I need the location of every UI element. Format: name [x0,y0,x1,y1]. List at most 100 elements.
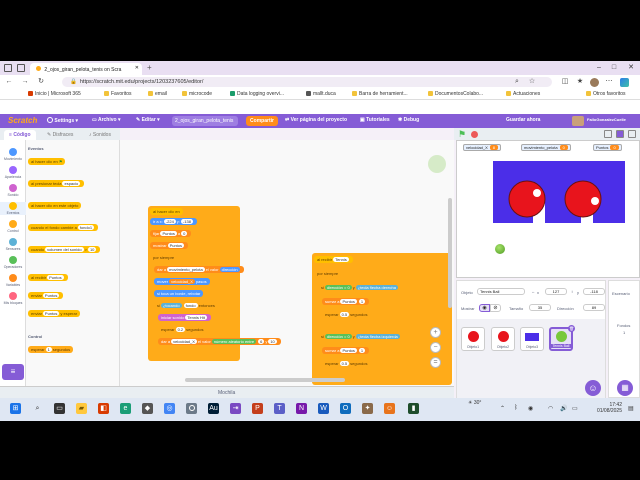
add-backdrop-icon[interactable]: ▦ [617,380,633,396]
battery-icon[interactable]: ▭ [572,405,578,412]
search-icon[interactable]: ⌕ [32,403,43,414]
bookmark-microcode[interactable]: microcode [182,91,212,97]
extension-button[interactable]: ≡ [2,364,24,380]
new-tab-button[interactable]: + [147,63,152,72]
teams-icon[interactable]: T [274,403,285,414]
see-project-page-button[interactable]: ⇄ Ver página del proyecto [285,117,347,123]
block-when-loudness[interactable]: cuando volumen del sonido >10 [28,246,101,253]
bookmark-email[interactable]: email [148,91,167,97]
category-motion[interactable]: Movimiento [0,148,26,161]
category-sound[interactable]: Sonido [0,184,26,197]
script2-forever[interactable]: por siempre [314,270,342,277]
favorite-star-icon[interactable]: ☆ [527,77,537,87]
script2-wait-2[interactable]: esperar 0.5 segundos [322,360,371,367]
window-close-button[interactable]: ✕ [624,63,638,73]
copilot-icon[interactable] [620,78,629,87]
share-button[interactable]: Compartir [246,116,278,126]
code-workspace[interactable]: al hacer clic en ir a x: -224 y: -138 fijar… [120,140,454,386]
start-icon[interactable]: ⊞ [10,403,21,414]
tab-costumes[interactable]: ✎ Disfraces [42,130,78,140]
settings-menu[interactable]: Settings ▾ [47,117,78,124]
show-visible-icon[interactable]: ◉ [479,304,490,312]
block-when-sprite-clicked[interactable]: al hacer clic en este objeto [28,202,82,209]
script1-set-movement[interactable]: dar a movimiento_pelota el valor dirección [154,266,244,273]
project-title-input[interactable]: 2_ojos_giran_pelota_tenis [172,116,238,126]
url-bar[interactable]: 🔒 https://scratch.mit.edu/projects/120323… [62,77,552,87]
tennis-ball-sprite[interactable] [495,244,505,254]
debug-button[interactable]: ✱ Debug [398,117,419,123]
refresh-icon[interactable]: ↻ [36,77,46,87]
tab-scratch-project[interactable]: 2_ojos_giran_pelota_tenis on Scra ✕ [30,63,142,75]
backpack-bar[interactable]: Mochila [0,386,454,398]
file-menu[interactable]: ▭ Archivo ▾ [92,117,120,123]
block-when-backdrop-switches[interactable]: cuando el fondo cambie a fondo1 [28,224,99,231]
audition-icon[interactable]: Au [208,403,219,414]
sprite-thumb-1[interactable]: Objeto1 [461,327,485,351]
tutorials-button[interactable]: ▣ Tutoriales [360,117,390,123]
split-screen-icon[interactable]: ◫ [560,77,570,87]
category-events[interactable]: Eventos [0,202,26,215]
stop-icon[interactable] [471,131,478,138]
direction-input[interactable]: 89 [583,304,605,311]
bookmark-otros[interactable]: Otros favoritos [586,91,626,97]
block-when-i-receive[interactable]: al recibir Puntos [28,274,68,281]
stage-canvas[interactable]: velocidad_X 8 movimiento_pelota 0 Puntos 0 [456,140,640,278]
script1-play-sound[interactable]: iniciar sonido Tennis Hit [158,314,211,321]
workspaces-icon[interactable] [4,64,12,72]
zoom-out-icon[interactable]: − [430,342,441,353]
block-wait[interactable]: esperar 1 segundos [28,346,74,353]
add-sprite-cat-icon[interactable]: ☺ [585,380,601,396]
edge-icon[interactable]: e [120,403,131,414]
powerpoint-icon[interactable]: P [252,403,263,414]
category-looks[interactable]: Apariencia [0,166,26,179]
tab-actions-icon[interactable] [17,64,25,72]
back-icon[interactable]: ← [4,77,14,87]
script1-hat[interactable]: al hacer clic en [150,208,183,215]
notifications-icon[interactable]: ▤ [628,405,634,412]
maximize-button[interactable]: □ [607,63,621,73]
app-icon[interactable]: ◆ [142,403,153,414]
script1-move[interactable]: mover velocidad_X pasos [154,278,210,285]
bluetooth-icon[interactable]: ᛒ [514,405,518,411]
forward-icon[interactable]: → [20,77,30,87]
tab-code[interactable]: ≡ Código [4,130,36,140]
profile-avatar[interactable] [590,78,599,87]
volume-icon[interactable]: 🔊 [560,405,567,412]
large-stage-icon[interactable] [616,130,624,138]
script1-forever[interactable]: por siempre [150,254,178,261]
scratch-app-icon[interactable]: ☺ [384,403,395,414]
delete-sprite-icon[interactable]: 🗑 [568,325,575,332]
category-control[interactable]: Control [0,220,26,233]
block-when-key-pressed[interactable]: al presionar tecla espacio [28,180,85,187]
bookmark-barra[interactable]: Barra de herramient... [352,91,408,97]
sprite-thumb-2[interactable]: Objeto2 [491,327,515,351]
script2-add-points-1[interactable]: sumar a Puntos 1 [322,298,370,305]
browser-menu-icon[interactable]: ⋯ [604,77,614,87]
clock[interactable]: 17:42 01/08/2025 [596,402,622,414]
app3-icon[interactable]: ▮ [408,403,419,414]
sprite-thumb-tennis-ball[interactable]: Tennis Ball 🗑 [549,325,575,351]
zoom-icon[interactable]: ⌕ [512,77,522,87]
block-broadcast[interactable]: enviar Puntos [28,292,64,299]
show-hidden-icon[interactable]: ⊘ [490,304,501,312]
fullscreen-icon[interactable] [628,130,636,138]
favorites-icon[interactable]: ★ [575,77,585,87]
stage-selector[interactable]: Escenario Fondos 1 ▦ [608,280,640,398]
y-input[interactable]: -118 [583,288,605,295]
settings-icon[interactable] [186,403,197,414]
chrome-icon[interactable]: ◎ [164,403,175,414]
sprite-thumb-3[interactable]: Objeto3 [520,327,544,351]
file-explorer-icon[interactable]: ▰ [76,403,87,414]
vertical-scrollbar[interactable] [448,198,452,308]
script2-if-right[interactable]: si dirección = 0 y ¿tecla flecha derecha [318,284,450,291]
category-my-blocks[interactable]: Mis bloques [0,292,26,305]
tab-close-icon[interactable]: ✕ [135,65,139,71]
task-view-icon[interactable]: ▭ [54,403,65,414]
outlook-icon[interactable]: O [340,403,351,414]
x-input[interactable]: 127 [545,288,567,295]
green-flag-icon[interactable]: ⚑ [458,129,466,140]
user-avatar[interactable] [572,116,584,126]
bookmark-mallt[interactable]: mallt.duca [306,91,336,97]
wifi-icon[interactable]: ◠ [548,405,553,412]
office-icon[interactable]: ◧ [98,403,109,414]
